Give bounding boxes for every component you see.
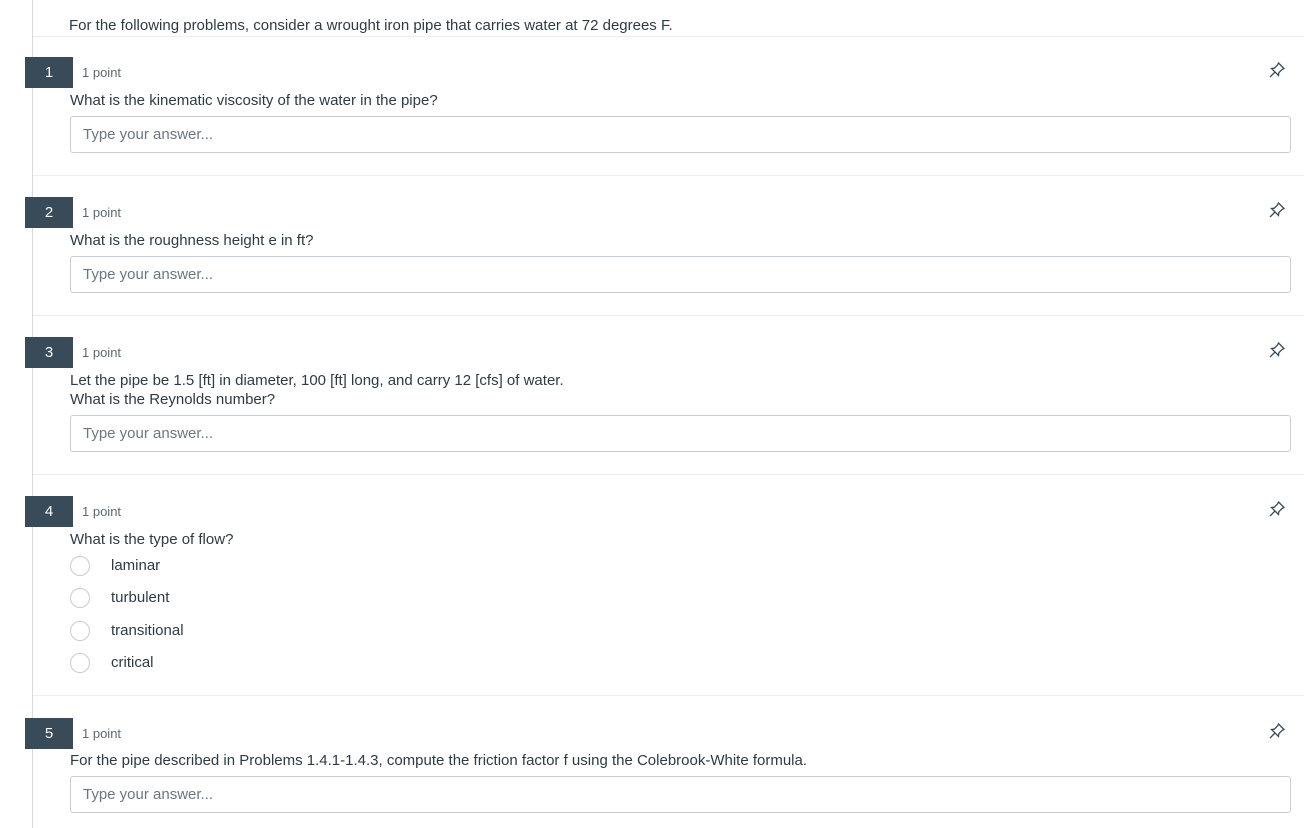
question-points: 1 point	[82, 504, 122, 519]
pin-icon[interactable]	[1268, 500, 1286, 518]
question-text: What is the type of flow?	[70, 531, 234, 548]
question-text: Let the pipe be 1.5 [ft] in diameter, 10…	[70, 372, 564, 389]
question-number: 2	[25, 197, 73, 228]
option-label: critical	[111, 654, 154, 671]
option-label: turbulent	[111, 589, 170, 606]
intro-text: For the following problems, consider a w…	[69, 17, 673, 34]
divider	[33, 474, 1304, 475]
question-number: 3	[25, 337, 73, 368]
radio-button[interactable]	[70, 588, 90, 608]
radio-button[interactable]	[70, 556, 90, 576]
pin-icon[interactable]	[1268, 61, 1286, 79]
intro-header: For the following problems, consider a w…	[33, 0, 1304, 37]
option-label: laminar	[111, 557, 161, 574]
option-laminar[interactable]: laminar	[70, 556, 370, 578]
option-turbulent[interactable]: turbulent	[70, 588, 370, 610]
divider	[33, 175, 1304, 176]
question-number: 5	[25, 718, 73, 749]
option-label: transitional	[111, 622, 184, 639]
answer-input-1[interactable]	[70, 116, 1291, 153]
option-critical[interactable]: critical	[70, 653, 370, 675]
divider	[33, 695, 1304, 696]
question-points: 1 point	[82, 726, 122, 741]
question-text: For the pipe described in Problems 1.4.1…	[70, 752, 808, 769]
question-text: What is the roughness height e in ft?	[70, 232, 314, 249]
option-transitional[interactable]: transitional	[70, 621, 370, 643]
question-points: 1 point	[82, 345, 122, 360]
left-border	[32, 0, 33, 828]
pin-icon[interactable]	[1268, 201, 1286, 219]
radio-button[interactable]	[70, 653, 90, 673]
question-number: 4	[25, 496, 73, 527]
radio-button[interactable]	[70, 621, 90, 641]
divider	[33, 315, 1304, 316]
answer-input-2[interactable]	[70, 256, 1291, 293]
question-number: 1	[25, 57, 73, 88]
pin-icon[interactable]	[1268, 722, 1286, 740]
answer-input-3[interactable]	[70, 415, 1291, 452]
pin-icon[interactable]	[1268, 341, 1286, 359]
question-points: 1 point	[82, 205, 122, 220]
question-text: What is the kinematic viscosity of the w…	[70, 92, 438, 109]
answer-input-5[interactable]	[70, 776, 1291, 813]
question-points: 1 point	[82, 65, 122, 80]
question-text: What is the Reynolds number?	[70, 391, 276, 408]
